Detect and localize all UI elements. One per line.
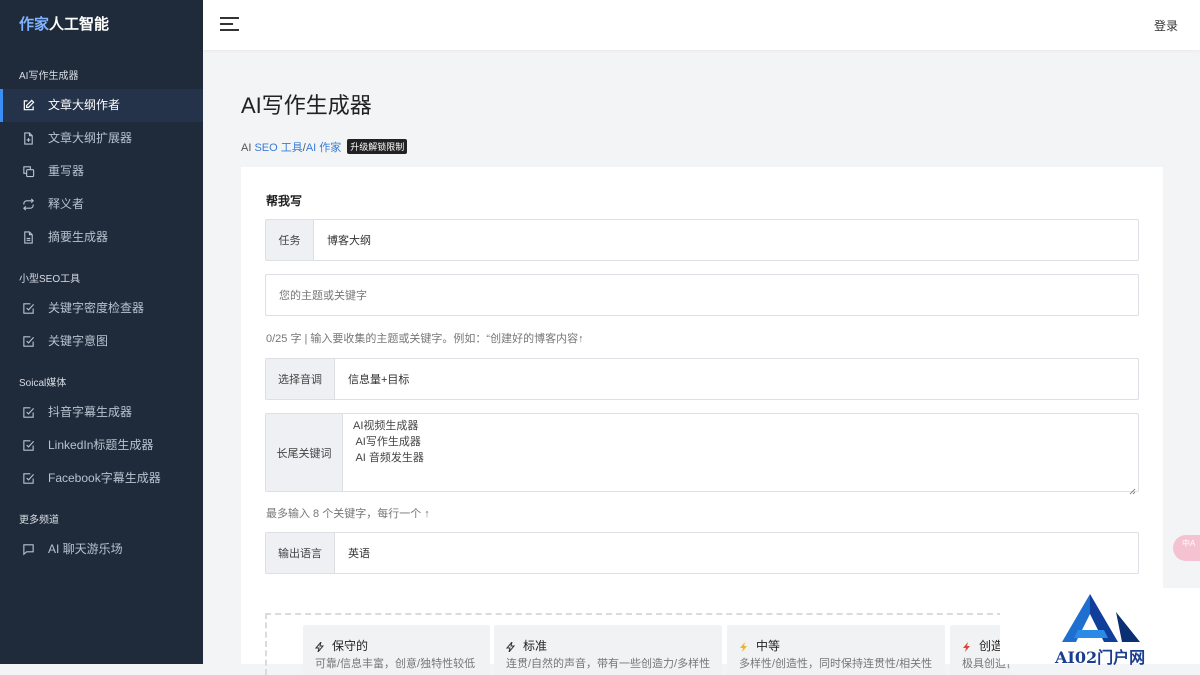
watermark-logo-icon bbox=[1062, 594, 1140, 642]
sidebar-item-summarizer[interactable]: 摘要生成器 bbox=[0, 221, 203, 254]
checkbox-icon bbox=[22, 439, 35, 452]
breadcrumb: AI SEO 工具/AI 作家 升级解锁限制 bbox=[241, 139, 408, 155]
language-label: 输出语言 bbox=[266, 533, 335, 573]
tone-label: 选择音调 bbox=[266, 359, 335, 399]
sidebar-item-label: 释义者 bbox=[48, 197, 85, 211]
tone-value: 信息量+目标 bbox=[348, 374, 410, 386]
tone-select[interactable]: 选择音调 信息量+目标 bbox=[265, 358, 1139, 400]
sidebar-item-label: 重写器 bbox=[48, 164, 85, 178]
upgrade-badge[interactable]: 升级解锁限制 bbox=[347, 139, 408, 154]
keywords-hint: 最多输入 8 个关键字，每行一个 ↑ bbox=[266, 508, 430, 520]
sidebar-section-title: Soical媒体 bbox=[19, 378, 67, 389]
sidebar-item-label: LinkedIn标题生成器 bbox=[48, 438, 154, 452]
sidebar-item-label: 文章大纲作者 bbox=[48, 98, 121, 112]
breadcrumb-link-ai-writer[interactable]: AI 作家 bbox=[306, 142, 341, 154]
sidebar-section-title: 小型SEO工具 bbox=[19, 274, 81, 285]
checkbox-icon bbox=[22, 335, 35, 348]
file-plus-icon bbox=[22, 132, 35, 145]
top-header: 登录 bbox=[203, 0, 1200, 50]
file-text-icon bbox=[22, 231, 35, 244]
sidebar-item-keyword-density[interactable]: 关键字密度检查器 bbox=[0, 292, 203, 325]
sidebar-item-linkedin-headline[interactable]: LinkedIn标题生成器 bbox=[0, 429, 203, 462]
translate-button[interactable]: 中A bbox=[1173, 535, 1200, 561]
message-icon bbox=[22, 543, 35, 556]
bolt-icon bbox=[505, 639, 516, 653]
resize-handle-icon[interactable] bbox=[1129, 482, 1136, 495]
output-language-select[interactable]: 输出语言 英语 bbox=[265, 532, 1139, 574]
sidebar-item-label: Facebook字幕生成器 bbox=[48, 471, 161, 485]
checkbox-icon bbox=[22, 406, 35, 419]
sidebar-item-label: 抖音字幕生成器 bbox=[48, 405, 133, 419]
sidebar-item-label: 关键字意图 bbox=[48, 334, 109, 348]
long-tail-keywords-textarea[interactable]: 长尾关键词 AI视频生成器 AI写作生成器 AI 音频发生器 bbox=[265, 413, 1139, 495]
tone-option-standard[interactable]: 标准 连贯/自然的声音，带有一些创造力/多样性 bbox=[494, 625, 722, 675]
keywords-label: 长尾关键词 bbox=[266, 414, 343, 491]
sidebar-section-title: AI写作生成器 bbox=[19, 71, 79, 82]
topic-placeholder: 您的主题或关键字 bbox=[279, 290, 367, 302]
sidebar-item-facebook-caption[interactable]: Facebook字幕生成器 bbox=[0, 462, 203, 495]
edit-icon bbox=[22, 99, 35, 112]
bolt-icon bbox=[962, 639, 972, 652]
sidebar-item-keyword-intent[interactable]: 关键字意图 bbox=[0, 325, 203, 358]
copy-icon bbox=[22, 165, 35, 178]
sidebar-item-outline-expander[interactable]: 文章大纲扩展器 bbox=[0, 122, 203, 155]
sidebar-item-paraphraser[interactable]: 释义者 bbox=[0, 188, 203, 221]
sidebar-item-outline-writer[interactable]: 文章大纲作者 bbox=[0, 89, 203, 122]
task-value: 博客大纲 bbox=[327, 235, 371, 247]
sidebar-item-label: 摘要生成器 bbox=[48, 230, 109, 244]
bolt-icon bbox=[314, 639, 325, 653]
sidebar-item-tiktok-caption[interactable]: 抖音字幕生成器 bbox=[0, 396, 203, 429]
sidebar-item-ai-chat[interactable]: AI 聊天游乐场 bbox=[0, 533, 203, 566]
repeat-icon bbox=[22, 198, 35, 211]
brand-logo[interactable]: 作家人工智能 bbox=[0, 0, 203, 50]
tone-option-conservative[interactable]: 保守的 可靠/信息丰富，创意/独特性较低 bbox=[303, 625, 490, 675]
topic-input[interactable]: 您的主题或关键字 bbox=[265, 274, 1139, 316]
checkbox-icon bbox=[22, 302, 35, 315]
sidebar-section-title: 更多频道 bbox=[19, 515, 59, 526]
keyword-line: AI写作生成器 bbox=[353, 436, 421, 448]
sidebar-item-label: AI 聊天游乐场 bbox=[48, 542, 123, 556]
task-label: 任务 bbox=[266, 220, 314, 260]
sidebar-item-label: 关键字密度检查器 bbox=[48, 301, 145, 315]
keywords-text: AI视频生成器 AI写作生成器 AI 音频发生器 bbox=[353, 418, 424, 466]
keyword-line: AI 音频发生器 bbox=[353, 452, 424, 464]
sidebar-item-label: 文章大纲扩展器 bbox=[48, 131, 133, 145]
language-value: 英语 bbox=[348, 548, 370, 560]
topic-hint: 0/25 字 | 输入要收集的主题或关键字。例如：“创建好的博客内容↑ bbox=[266, 333, 584, 345]
page-title: AI写作生成器 bbox=[241, 93, 372, 118]
breadcrumb-link-seo-tools[interactable]: SEO 工具 bbox=[254, 142, 302, 154]
sidebar: 作家人工智能 AI写作生成器 文章大纲作者 文章大纲扩展器 重写器 释义者 摘要… bbox=[0, 0, 203, 664]
task-select[interactable]: 任务 博客大纲 bbox=[265, 219, 1139, 261]
bolt-icon bbox=[739, 639, 749, 652]
checkbox-icon bbox=[22, 472, 35, 485]
sidebar-item-rewriter[interactable]: 重写器 bbox=[0, 155, 203, 188]
watermark: AI02门户网 bbox=[1000, 588, 1200, 667]
tone-option-medium[interactable]: 中等 多样性/创造性，同时保持连贯性/相关性 bbox=[727, 625, 945, 675]
form-heading: 帮我写 bbox=[266, 194, 303, 208]
login-link[interactable]: 登录 bbox=[1154, 17, 1178, 34]
keyword-line: AI视频生成器 bbox=[353, 420, 419, 432]
hamburger-menu-icon[interactable] bbox=[220, 15, 240, 33]
watermark-text: AI02门户网 bbox=[1055, 648, 1146, 667]
